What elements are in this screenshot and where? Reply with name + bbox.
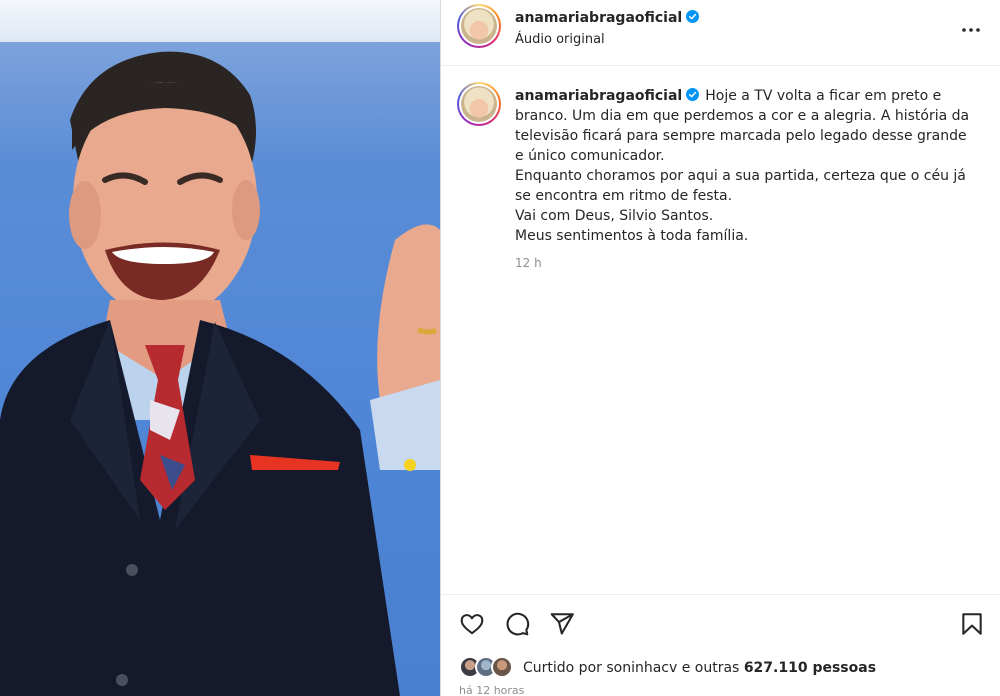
verified-badge-icon xyxy=(686,88,700,101)
caption-section: anamariabragaoficial Hoje a TV volta a f… xyxy=(441,66,1000,594)
heart-icon[interactable] xyxy=(459,611,485,637)
post-side-panel: anamariabragaoficial Áudio original anam… xyxy=(440,0,1000,696)
caption-time-ago[interactable]: 12 h xyxy=(515,256,542,270)
original-audio-link[interactable]: Áudio original xyxy=(515,32,605,47)
caption-author-avatar[interactable] xyxy=(457,82,501,126)
post-photo[interactable] xyxy=(0,0,440,696)
liked-by-avatars xyxy=(459,656,519,680)
liked-by-user[interactable]: soninhacv xyxy=(606,660,677,676)
author-username-row[interactable]: anamariabragaoficial xyxy=(515,10,700,26)
author-username[interactable]: anamariabragaoficial xyxy=(515,10,682,26)
liked-by-count[interactable]: 627.110 pessoas xyxy=(744,660,876,676)
caption-text: Hoje a TV volta a ficar em preto e branc… xyxy=(515,88,970,244)
action-bar xyxy=(441,594,1000,650)
caption-username[interactable]: anamariabragaoficial xyxy=(515,88,682,104)
verified-badge-icon xyxy=(686,10,700,23)
posted-timestamp[interactable]: há 12 horas xyxy=(459,684,524,696)
more-options-icon[interactable] xyxy=(959,18,983,42)
liked-by-prefix: Curtido por xyxy=(523,660,607,676)
paper-plane-icon[interactable] xyxy=(549,611,575,637)
author-avatar[interactable] xyxy=(457,4,501,48)
likes-summary[interactable]: Curtido por soninhacv e outras 627.110 p… xyxy=(459,656,876,680)
liker-avatar xyxy=(491,656,513,678)
liked-by-and: e outras xyxy=(677,660,744,676)
post-header: anamariabragaoficial Áudio original xyxy=(441,0,1000,66)
bookmark-icon[interactable] xyxy=(959,611,985,637)
comment-bubble-icon[interactable] xyxy=(504,611,530,637)
caption: anamariabragaoficial Hoje a TV volta a f… xyxy=(515,86,985,246)
photo-illustration xyxy=(0,51,440,696)
